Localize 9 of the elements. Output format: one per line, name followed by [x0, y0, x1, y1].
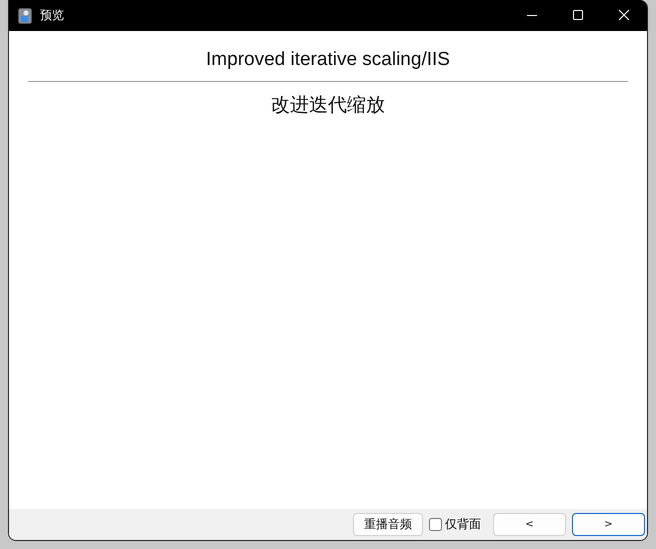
app-icon [18, 8, 32, 24]
back-only-label: 仅背面 [445, 516, 481, 533]
replay-audio-button[interactable]: 重播音频 [353, 513, 423, 536]
card-back: 改进迭代缩放 [271, 93, 385, 118]
card-front: Improved iterative scaling/IIS [206, 49, 450, 71]
window-title: 预览 [40, 7, 65, 24]
back-only-checkbox[interactable] [429, 518, 442, 531]
next-button[interactable]: > [572, 513, 645, 536]
previous-button[interactable]: < [493, 513, 566, 536]
